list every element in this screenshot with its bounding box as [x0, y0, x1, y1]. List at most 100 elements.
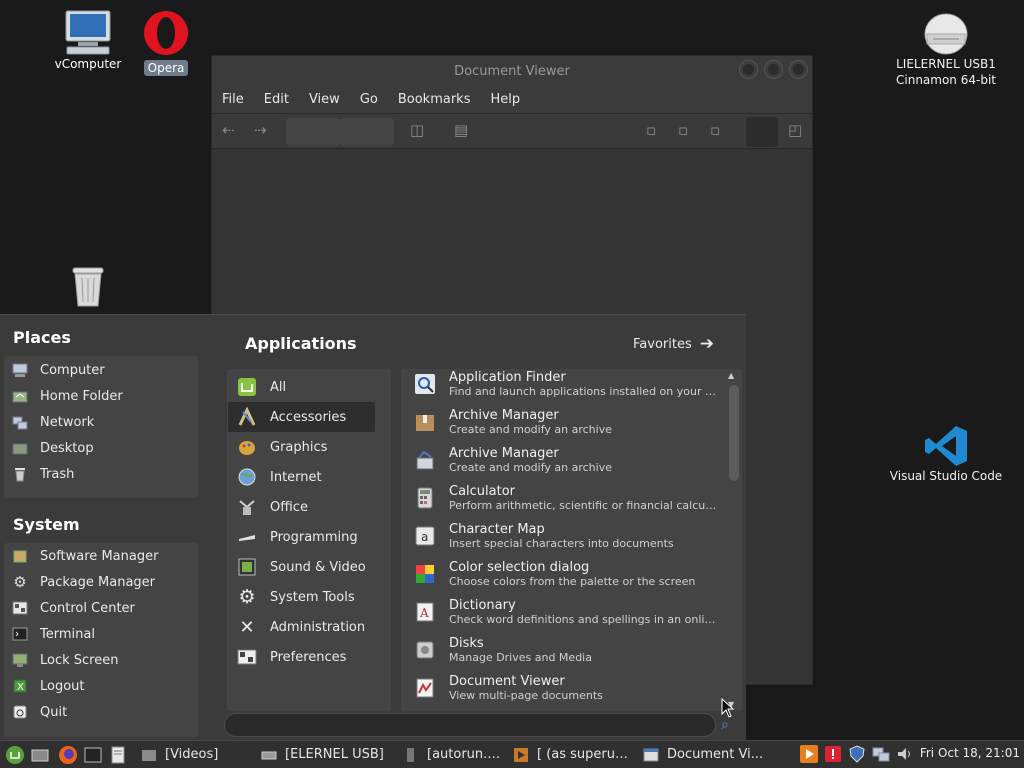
drive-icon [924, 13, 968, 55]
terminal-launcher[interactable] [82, 744, 104, 766]
svg-text:X: X [17, 682, 24, 693]
minimize-button[interactable] [739, 60, 758, 79]
favorites-label: Favorites [633, 336, 692, 352]
category-graphics[interactable]: Graphics [228, 432, 390, 462]
menu-help[interactable]: Help [490, 92, 520, 107]
places-item-computer[interactable]: Computer [4, 357, 198, 383]
sidebar-toggle-icon[interactable]: ◫ [410, 121, 424, 139]
places-item-trash[interactable]: Trash [4, 461, 198, 487]
zoom-out-icon[interactable]: ▫ [646, 121, 656, 139]
places-item-desktop[interactable]: Desktop [4, 435, 198, 461]
category-all[interactable]: All [228, 372, 390, 402]
menu-button[interactable] [4, 744, 26, 766]
app-item-disks[interactable]: Disks Manage Drives and Media [401, 631, 726, 669]
media-player-tray-icon[interactable] [800, 745, 818, 763]
desktop-icon-trash[interactable] [28, 264, 148, 308]
clock[interactable]: Fri Oct 18, 21:01 [920, 746, 1020, 760]
print-icon[interactable]: ▤ [454, 121, 468, 139]
app-item-document-viewer[interactable]: Document Viewer View multi-page documents [401, 669, 726, 707]
continuous-button[interactable] [746, 117, 778, 147]
app-list-scrollbar[interactable]: ▲ ▼ [727, 369, 739, 711]
image-file-icon [407, 747, 414, 762]
system-item-quit[interactable]: Quit [4, 699, 198, 725]
places-item-network[interactable]: Network [4, 409, 198, 435]
zoom-fit-icon[interactable]: ▫ [678, 121, 688, 139]
app-item-archive-manager-2[interactable]: Archive Manager Create and modify an arch… [401, 441, 726, 479]
desktop-icon-opera[interactable]: Opera [106, 10, 226, 76]
maximize-button[interactable] [764, 60, 783, 79]
forward-arrow-icon[interactable]: ⇢ [254, 121, 267, 139]
folder-icon [142, 749, 156, 761]
zoom-in-icon[interactable]: ▫ [710, 121, 720, 139]
desktop-icon-label: Visual Studio Code [889, 469, 1003, 483]
trash-icon [72, 267, 104, 307]
page-entry[interactable] [286, 118, 340, 146]
places-item-home-folder[interactable]: Home Folder [4, 383, 198, 409]
graphics-icon [236, 436, 258, 458]
menu-view[interactable]: View [309, 92, 340, 107]
system-item-package-manager[interactable]: ⚙ Package Manager [4, 569, 198, 595]
shield-icon[interactable] [848, 745, 866, 763]
menu-bookmarks[interactable]: Bookmarks [398, 92, 471, 107]
system-item-logout[interactable]: X Logout [4, 673, 198, 699]
document-viewer-icon [413, 676, 437, 700]
category-preferences[interactable]: Preferences [228, 642, 390, 672]
category-administration[interactable]: ✕ Administration [228, 612, 390, 642]
dictionary-icon: A [413, 600, 437, 624]
volume-icon[interactable] [896, 745, 914, 763]
mint-logo-icon [236, 376, 258, 398]
search-icon: ⌕ [721, 717, 729, 733]
system-item-software-manager[interactable]: Software Manager [4, 543, 198, 569]
back-arrow-icon[interactable]: ⇠ [222, 121, 235, 139]
app-item-color-selection-dialog[interactable]: Color selection dialog Choose colors from… [401, 555, 726, 593]
app-item-archive-manager[interactable]: Archive Manager Create and modify an arch… [401, 403, 726, 441]
character-map-icon: a [413, 524, 437, 548]
text-editor-launcher[interactable] [107, 744, 129, 766]
category-system-tools[interactable]: ⚙ System Tools [228, 582, 390, 612]
scroll-up-icon[interactable]: ▲ [728, 371, 734, 380]
system-item-terminal[interactable]: Terminal [4, 621, 198, 647]
menu-file[interactable]: File [222, 92, 244, 107]
favorites-button[interactable]: Favorites ➔ [633, 334, 714, 354]
desktop-folder-icon [12, 440, 28, 456]
update-alert-icon[interactable] [824, 745, 842, 763]
task-autorun-ico[interactable]: [autorun.ico] [397, 742, 501, 768]
show-desktop-button[interactable] [29, 744, 51, 766]
places-heading: Places [13, 328, 71, 347]
search-input[interactable] [224, 713, 716, 737]
app-item-dictionary[interactable]: A Dictionary Check word definitions and s… [401, 593, 726, 631]
task-videos[interactable]: [Videos] [135, 742, 249, 768]
menu-edit[interactable]: Edit [264, 92, 289, 107]
task-superuser[interactable]: [ (as superus... [507, 742, 631, 768]
dual-page-icon[interactable]: ◰ [788, 121, 802, 139]
desktop-icon-label: LIELERNEL USB1 [896, 57, 996, 71]
close-button[interactable] [789, 60, 808, 79]
system-item-lock-screen[interactable]: Lock Screen [4, 647, 198, 673]
desktop-icon-usb-drive[interactable]: LIELERNEL USB1 Cinnamon 64-bit [886, 12, 1006, 88]
category-internet[interactable]: Internet [228, 462, 390, 492]
magnifier-icon [413, 372, 437, 396]
category-sound-video[interactable]: Sound & Video [228, 552, 390, 582]
window-titlebar[interactable]: Document Viewer [212, 56, 812, 86]
app-item-calculator[interactable]: Calculator Perform arithmetic, scientific… [401, 479, 726, 517]
zoom-entry[interactable] [340, 118, 394, 146]
category-accessories[interactable]: Accessories [228, 402, 375, 432]
programming-icon [236, 526, 258, 548]
system-item-control-center[interactable]: Control Center [4, 595, 198, 621]
task-document-viewer[interactable]: Document Vi... [637, 742, 767, 768]
app-item-character-map[interactable]: a Character Map Insert special characters… [401, 517, 726, 555]
desktop-icon-vscode[interactable]: Visual Studio Code [886, 424, 1006, 484]
network-icon[interactable] [872, 745, 890, 763]
scrollbar-thumb[interactable] [729, 385, 739, 481]
terminal-icon [84, 747, 102, 762]
firefox-launcher[interactable] [57, 744, 79, 766]
menu-go[interactable]: Go [360, 92, 378, 107]
desktop-icon-label: Opera [143, 60, 189, 76]
category-office[interactable]: Office [228, 492, 390, 522]
archive-box-icon [413, 410, 437, 434]
chevron-right-icon: ➔ [699, 334, 714, 354]
gear-icon: ⚙ [13, 573, 27, 591]
app-item-application-finder[interactable]: Application Finder Find and launch applic… [401, 369, 726, 403]
task-usb-drive[interactable]: [ELERNEL USB] [255, 742, 391, 768]
category-programming[interactable]: Programming [228, 522, 390, 552]
